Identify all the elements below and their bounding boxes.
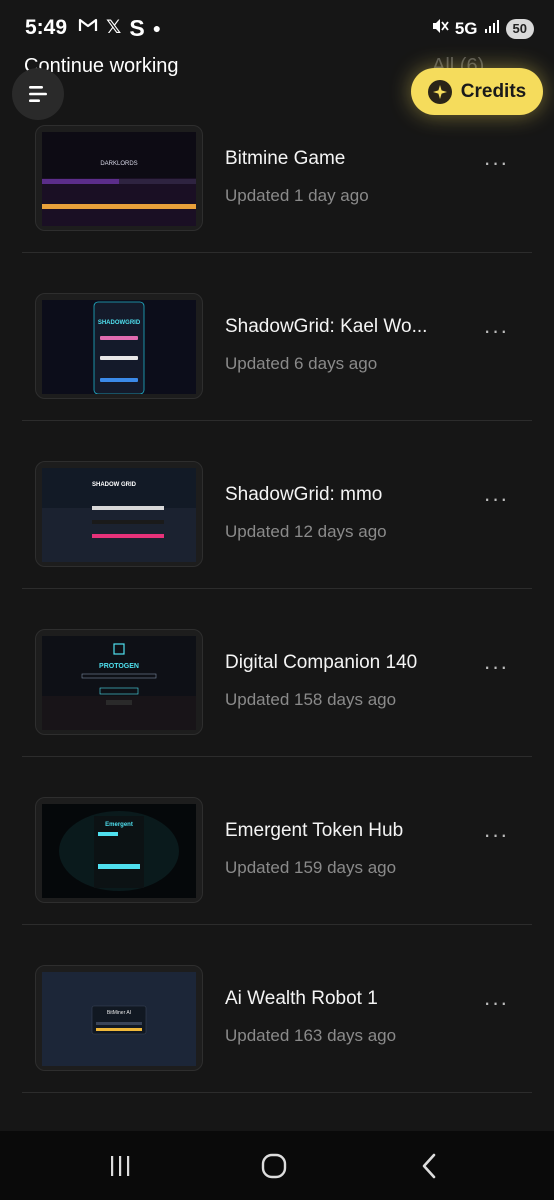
- svg-text:SHADOW GRID: SHADOW GRID: [92, 482, 137, 488]
- project-thumbnail[interactable]: DARKLORDS: [35, 125, 203, 231]
- x-icon: 𝕏: [106, 17, 122, 38]
- project-updated: Updated 163 days ago: [225, 1026, 397, 1045]
- credits-label: Credits: [460, 80, 527, 102]
- svg-text:BitMiner AI: BitMiner AI: [107, 1010, 131, 1016]
- more-options-icon[interactable]: ···: [482, 656, 510, 678]
- more-options-icon[interactable]: ···: [482, 152, 510, 174]
- menu-icon: [29, 86, 47, 102]
- project-title: Emergent Token Hub: [225, 820, 404, 841]
- status-time: 5:49: [25, 16, 68, 39]
- network-label: 5G: [454, 18, 478, 38]
- home-icon[interactable]: [254, 1151, 294, 1181]
- project-thumbnail[interactable]: SHADOWGRID: [35, 293, 203, 399]
- project-updated: Updated 6 days ago: [225, 354, 378, 373]
- gmail-icon: [78, 16, 98, 40]
- back-icon[interactable]: [410, 1151, 450, 1181]
- dot-icon: ●: [152, 20, 162, 36]
- svg-text:SHADOWGRID: SHADOWGRID: [98, 320, 141, 326]
- more-options-icon[interactable]: ···: [482, 488, 510, 510]
- project-updated: Updated 159 days ago: [225, 858, 397, 877]
- more-options-icon[interactable]: ···: [482, 992, 510, 1014]
- project-updated: Updated 158 days ago: [225, 690, 397, 709]
- project-title: Digital Companion 140: [225, 652, 418, 673]
- menu-button[interactable]: [12, 68, 64, 120]
- project-item[interactable]: BitMiner AI Ai Wealth Robot 1 Updated 16…: [22, 925, 532, 1093]
- project-thumbnail[interactable]: Emergent: [35, 797, 203, 903]
- credits-button[interactable]: Credits: [411, 68, 543, 115]
- mute-icon: [431, 17, 449, 40]
- s-icon: S: [129, 15, 145, 41]
- svg-text:Emergent: Emergent: [105, 822, 133, 828]
- project-thumbnail[interactable]: PROTOGEN: [35, 629, 203, 735]
- more-options-icon[interactable]: ···: [482, 320, 510, 342]
- recents-icon[interactable]: [100, 1151, 140, 1181]
- project-item[interactable]: SHADOWGRID ShadowGrid: Kael Wo... Update…: [22, 253, 532, 421]
- more-options-icon[interactable]: ···: [482, 824, 510, 846]
- svg-text:DARKLORDS: DARKLORDS: [100, 161, 137, 167]
- signal-icon: [484, 18, 500, 39]
- battery-icon: 50: [505, 18, 534, 39]
- project-title: ShadowGrid: mmo: [225, 484, 383, 505]
- project-item[interactable]: SHADOW GRID ShadowGrid: mmo Updated 12 d…: [22, 421, 532, 589]
- svg-text:PROTOGEN: PROTOGEN: [99, 663, 139, 670]
- navigation-bar: [0, 1131, 554, 1200]
- project-title: Bitmine Game: [225, 148, 346, 169]
- project-title: Ai Wealth Robot 1: [225, 988, 378, 1009]
- project-item[interactable]: PROTOGEN Digital Companion 140 Updated 1…: [22, 589, 532, 757]
- system-status: 5G 50: [431, 17, 534, 40]
- notification-icons: 𝕏 S ●: [78, 16, 161, 40]
- status-bar: 5:49 𝕏 S ● 5G 50: [0, 0, 554, 56]
- project-thumbnail[interactable]: BitMiner AI: [35, 965, 203, 1071]
- project-updated: Updated 12 days ago: [225, 522, 387, 541]
- project-item[interactable]: Emergent Emergent Token Hub Updated 159 …: [22, 757, 532, 925]
- screen: DARKLORDS Bitmine Game Updated 1 day ago…: [0, 0, 554, 1200]
- project-thumbnail[interactable]: SHADOW GRID: [35, 461, 203, 567]
- project-title: ShadowGrid: Kael Wo...: [225, 316, 428, 337]
- project-updated: Updated 1 day ago: [225, 186, 369, 205]
- sparkle-icon: [427, 79, 452, 104]
